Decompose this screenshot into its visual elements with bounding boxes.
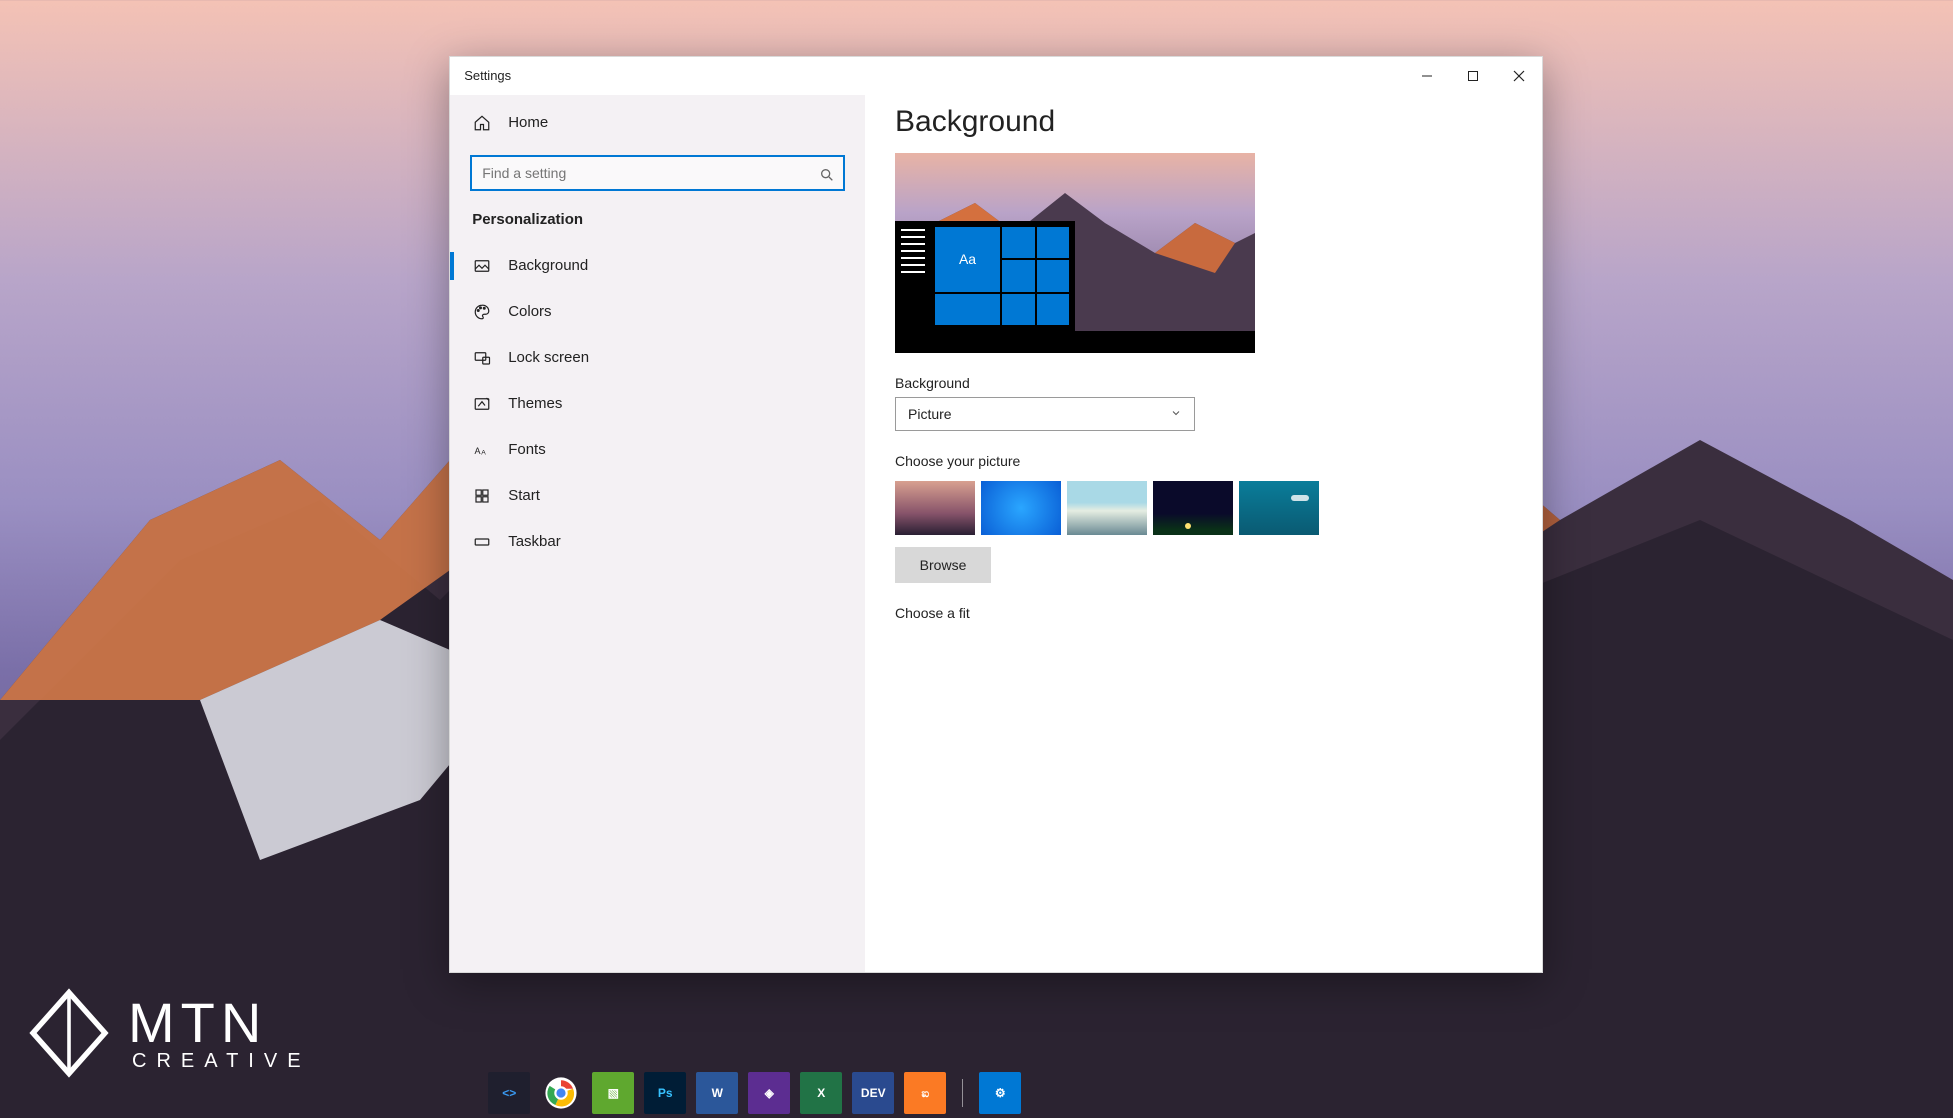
taskbar-separator	[962, 1079, 963, 1107]
lock-screen-icon	[472, 348, 492, 368]
sidebar-item-colors[interactable]: Colors	[450, 290, 865, 334]
background-dropdown-value: Picture	[908, 406, 952, 422]
sidebar-item-label: Taskbar	[508, 533, 561, 550]
sidebar-item-label: Lock screen	[508, 349, 589, 366]
picture-thumb-5[interactable]	[1239, 481, 1319, 535]
word-icon[interactable]: W	[696, 1072, 738, 1114]
background-preview: Aa	[895, 153, 1255, 353]
sidebar-home[interactable]: Home	[450, 101, 865, 145]
page-heading: Background	[895, 105, 1512, 139]
sidebar-item-label: Colors	[508, 303, 551, 320]
browse-button[interactable]: Browse	[895, 547, 991, 583]
search-icon	[819, 167, 835, 183]
excel-icon[interactable]: X	[800, 1072, 842, 1114]
picture-thumb-2[interactable]	[981, 481, 1061, 535]
preview-taskbar	[895, 331, 1255, 353]
sidebar-item-taskbar[interactable]: Taskbar	[450, 520, 865, 564]
choose-picture-label: Choose your picture	[895, 453, 1512, 469]
preview-accent-tile: Aa	[935, 227, 1000, 292]
devcpp-icon[interactable]: DEV	[852, 1072, 894, 1114]
content-pane: Background Aa	[865, 95, 1542, 972]
sidebar-item-background[interactable]: Background	[450, 244, 865, 288]
sidebar: Home Personalization Background Colo	[450, 95, 865, 972]
chrome-icon[interactable]	[540, 1072, 582, 1114]
picture-thumb-4[interactable]	[1153, 481, 1233, 535]
photoshop-icon[interactable]: Ps	[644, 1072, 686, 1114]
taskbar-icon	[472, 532, 492, 552]
sidebar-item-themes[interactable]: Themes	[450, 382, 865, 426]
sidebar-item-label: Fonts	[508, 441, 546, 458]
picture-thumb-3[interactable]	[1067, 481, 1147, 535]
home-icon	[472, 113, 492, 133]
chevron-down-icon	[1170, 406, 1182, 422]
sidebar-section-label: Personalization	[450, 205, 865, 242]
settings-gear-icon[interactable]: ⚙	[979, 1072, 1021, 1114]
fonts-icon: AA	[472, 440, 492, 460]
svg-text:A: A	[475, 446, 481, 456]
maximize-button[interactable]	[1450, 57, 1496, 95]
close-button[interactable]	[1496, 57, 1542, 95]
settings-window: Settings Home Pe	[449, 56, 1543, 973]
taskbar[interactable]: <> ▧PsW◈XDEVಐ ⚙	[0, 1068, 1953, 1118]
sidebar-item-lock-screen[interactable]: Lock screen	[450, 336, 865, 380]
sidebar-item-label: Background	[508, 257, 588, 274]
preview-start-menu: Aa	[895, 221, 1075, 331]
visualstudio-icon[interactable]: ◈	[748, 1072, 790, 1114]
background-dropdown[interactable]: Picture	[895, 397, 1195, 431]
sidebar-item-start[interactable]: Start	[450, 474, 865, 518]
vscode-icon[interactable]: <>	[488, 1072, 530, 1114]
picture-thumbnails	[895, 481, 1512, 535]
palette-icon	[472, 302, 492, 322]
watermark-logo: MTN CREATIVE	[24, 988, 311, 1078]
titlebar[interactable]: Settings	[450, 57, 1542, 95]
minimize-button[interactable]	[1404, 57, 1450, 95]
themes-icon	[472, 394, 492, 414]
picture-thumb-1[interactable]	[895, 481, 975, 535]
xampp-icon[interactable]: ಐ	[904, 1072, 946, 1114]
sidebar-item-fonts[interactable]: AA Fonts	[450, 428, 865, 472]
sidebar-home-label: Home	[508, 114, 548, 131]
sidebar-item-label: Start	[508, 487, 540, 504]
background-dropdown-label: Background	[895, 375, 1512, 391]
choose-fit-label: Choose a fit	[895, 605, 1512, 621]
watermark-big: MTN	[128, 995, 311, 1051]
sidebar-item-label: Themes	[508, 395, 562, 412]
window-title: Settings	[450, 68, 865, 83]
start-icon	[472, 486, 492, 506]
corel-icon[interactable]: ▧	[592, 1072, 634, 1114]
image-icon	[472, 256, 492, 276]
search-input[interactable]	[470, 155, 845, 191]
svg-text:A: A	[481, 449, 486, 456]
